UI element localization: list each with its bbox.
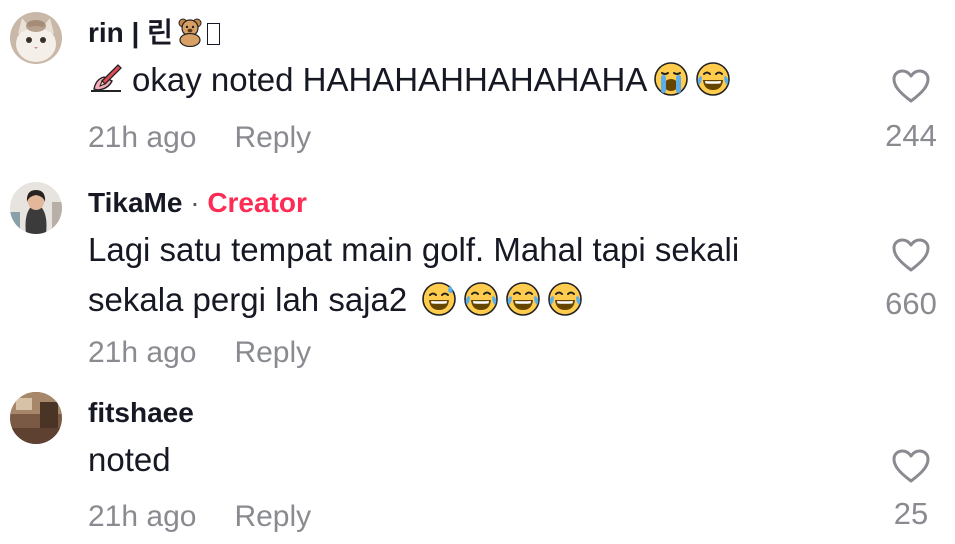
comment-meta: 21h ago Reply: [88, 499, 311, 535]
like-count: 244: [885, 118, 937, 153]
tears-of-joy-face-icon: [505, 281, 541, 317]
comment-text-content: okay noted HAHAHAHHAHAHAHA: [132, 61, 648, 98]
reply-button[interactable]: Reply: [234, 336, 311, 369]
heart-icon[interactable]: [891, 237, 931, 273]
heart-icon[interactable]: [891, 448, 931, 484]
comment-list: rin | 린 okay noted HAHAHAHHAHAHAHA 21h a…: [0, 0, 955, 544]
avatar[interactable]: [10, 182, 62, 234]
creator-badge: Creator: [207, 187, 307, 218]
comment-username[interactable]: rin | 린: [88, 17, 173, 48]
comment-username-row[interactable]: fitshaee: [88, 396, 194, 430]
teddy-bear-icon: [175, 17, 205, 47]
missing-glyph-box: [206, 23, 220, 45]
comment-timestamp: 21h ago: [88, 500, 197, 533]
writing-hand-icon: [88, 61, 124, 97]
comment-item: fitshaee noted 21h ago Reply 25: [0, 380, 955, 544]
reply-button[interactable]: Reply: [234, 500, 311, 533]
comment-username-row[interactable]: rin | 린: [88, 16, 220, 50]
comment-timestamp: 21h ago: [88, 121, 197, 154]
comment-item: rin | 린 okay noted HAHAHAHHAHAHAHA 21h a…: [0, 0, 955, 170]
comment-text-line-2: sekala pergi lah saja2: [88, 274, 848, 326]
creator-separator: ·: [190, 187, 200, 218]
avatar[interactable]: [10, 392, 62, 444]
tears-of-joy-face-icon: [695, 61, 731, 97]
heart-icon[interactable]: [891, 68, 931, 104]
comment-text: okay noted HAHAHAHHAHAHAHA: [88, 54, 848, 106]
like-count: 660: [885, 286, 937, 321]
comment-username[interactable]: fitshaee: [88, 397, 194, 428]
comment-meta: 21h ago Reply: [88, 120, 311, 156]
comment-text-line-1: Lagi satu tempat main golf. Mahal tapi s…: [88, 231, 740, 268]
grinning-sweat-face-icon: [421, 281, 457, 317]
comment-username[interactable]: TikaMe: [88, 187, 182, 218]
avatar[interactable]: [10, 12, 62, 64]
reply-button[interactable]: Reply: [234, 121, 311, 154]
comment-timestamp: 21h ago: [88, 336, 197, 369]
tears-of-joy-face-icon: [547, 281, 583, 317]
tears-of-joy-face-icon: [463, 281, 499, 317]
comment-item: TikaMe · Creator Lagi satu tempat main g…: [0, 170, 955, 380]
loudly-crying-face-icon: [653, 61, 689, 97]
like-count: 25: [893, 496, 929, 531]
comment-text-content: sekala pergi lah saja2: [88, 281, 408, 318]
comment-text: noted: [88, 441, 171, 478]
comment-username-row[interactable]: TikaMe · Creator: [88, 186, 307, 220]
comment-meta: 21h ago Reply: [88, 335, 311, 371]
